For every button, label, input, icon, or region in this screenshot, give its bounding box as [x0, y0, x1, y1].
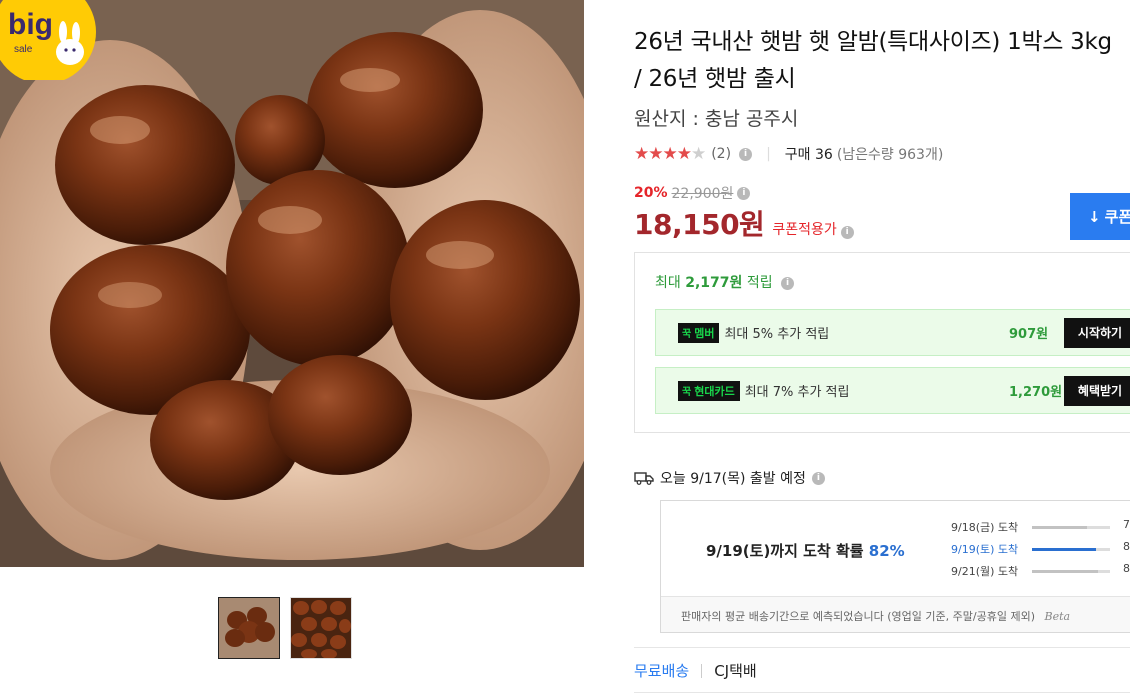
arrival-line: 9/21(월) 도착 8 — [951, 562, 1130, 579]
carrier-label: CJ택배 — [714, 662, 757, 680]
delivery-estimate-box: 9/19(토)까지 도착 확률 82% 9/18(금) 도착 7 9/19(토)… — [660, 500, 1130, 633]
departure-text: 오늘 9/17(목) 출발 예정 — [660, 471, 806, 487]
points-row-amount: 1,270원 — [1009, 385, 1063, 400]
arrival-value: 7 — [1123, 518, 1130, 531]
arrival-line: 9/18(금) 도착 7 — [951, 518, 1130, 535]
info-icon[interactable]: i — [840, 226, 854, 239]
arrival-line: 9/19(토) 도착 8 — [951, 540, 1130, 557]
points-head-suffix: 적립 — [746, 275, 773, 291]
chestnuts-photo — [0, 0, 584, 567]
coupon-button-label: 쿠폰 — [1104, 208, 1130, 226]
sale-price: 18,150원 — [634, 208, 765, 241]
arrival-probability: 9/19(토)까지 도착 확률 82% — [706, 540, 905, 561]
arrival-date: 9/21(월) 도착 — [951, 565, 1019, 578]
shipping-method-row: 무료배송 CJ택배 — [634, 660, 757, 681]
tag-label: 현대카드 — [694, 384, 735, 398]
big-sale-badge: big sale — [0, 0, 96, 80]
review-count[interactable]: (2) — [711, 146, 731, 162]
arrival-bar — [1032, 526, 1110, 529]
card-tag: 꾹 현대카드 — [678, 380, 740, 401]
departure-row: 오늘 9/17(목) 출발 예정 i — [634, 468, 825, 488]
member-tag: 꾹 멤버 — [678, 322, 720, 343]
product-info-panel: 26년 국내산 햇밤 햇 알밤(특대사이즈) 1박스 3kg / 26년 햇밤 … — [634, 0, 1130, 693]
delivery-note-text: 판매자의 평균 배송기간으로 예측되었습니다 (영업일 기준, 주말/공휴일 제… — [681, 610, 1035, 623]
info-icon[interactable]: i — [781, 276, 795, 290]
divider — [701, 663, 703, 678]
benefit-button[interactable]: 혜택받기 — [1064, 375, 1130, 406]
rating-row: ★★★★★ (2) i | 구매 36 (남은수량 963개) — [634, 144, 943, 164]
discount-rate: 20% — [634, 185, 668, 201]
thumbnail-2[interactable] — [290, 597, 352, 659]
rating-stars[interactable]: ★★★★★ — [634, 144, 706, 164]
truck-icon — [634, 472, 654, 485]
arrival-bar — [1032, 548, 1110, 551]
delivery-estimate-inner: 9/19(토)까지 도착 확률 82% 9/18(금) 도착 7 9/19(토)… — [661, 501, 1130, 597]
points-row-member: 꾹 멤버 최대 5% 추가 적립 907원 시작하기 — [655, 309, 1130, 356]
points-head-prefix: 최대 — [655, 275, 681, 291]
product-main-image: big sale — [0, 0, 584, 567]
info-icon[interactable]: i — [737, 186, 751, 200]
coupon-applied-label: 쿠폰적용가 — [772, 222, 837, 238]
info-icon[interactable]: i — [739, 147, 753, 161]
points-head-amount: 2,177원 — [685, 275, 743, 291]
purchase-count: 구매 36 — [784, 147, 833, 163]
divider: | — [766, 146, 771, 162]
points-row-amount: 907원 — [1009, 327, 1049, 342]
points-row-text: 최대 7% 추가 적립 — [744, 385, 850, 400]
arrival-text: 9/19(토)까지 도착 확률 — [706, 542, 864, 560]
beta-label: Beta — [1044, 610, 1071, 623]
arrival-bar — [1032, 570, 1110, 573]
arrival-value: 8 — [1123, 562, 1130, 575]
arrival-pct: 82% — [868, 542, 905, 560]
free-shipping-label: 무료배송 — [634, 662, 690, 680]
badge-text: big — [8, 8, 53, 41]
arrival-date: 9/18(금) 도착 — [951, 521, 1019, 534]
tag-label: 멤버 — [694, 326, 715, 340]
download-icon: ↓ — [1088, 207, 1101, 226]
product-origin: 원산지 : 충남 공주시 — [634, 108, 799, 130]
points-box: 최대 2,177원 적립 i 꾹 멤버 최대 5% 추가 적립 907원 시작하… — [634, 252, 1130, 433]
product-title: 26년 국내산 햇밤 햇 알밤(특대사이즈) 1박스 3kg / 26년 햇밤 … — [634, 29, 1112, 92]
tag-prefix: 꾹 — [682, 387, 692, 398]
points-row-card: 꾹 현대카드 최대 7% 추가 적립 1,270원 혜택받기 — [655, 367, 1130, 414]
discount-row: 20% 22,900원 i — [634, 183, 751, 203]
delivery-note: 판매자의 평균 배송기간으로 예측되었습니다 (영업일 기준, 주말/공휴일 제… — [681, 608, 1070, 624]
coupon-download-button[interactable]: ↓ 쿠폰 — [1070, 193, 1130, 240]
thumbnail-1[interactable] — [218, 597, 280, 659]
info-icon[interactable]: i — [811, 471, 825, 485]
thumbnail-strip — [218, 597, 352, 659]
divider — [634, 647, 1130, 648]
price-row: 18,150원 쿠폰적용가 i — [634, 203, 854, 243]
remaining-count: (남은수량 963개) — [836, 147, 944, 163]
original-price: 22,900원 — [671, 186, 734, 202]
start-button[interactable]: 시작하기 — [1064, 317, 1130, 348]
tag-prefix: 꾹 — [682, 329, 692, 340]
arrival-date: 9/19(토) 도착 — [951, 543, 1019, 556]
badge-subtext: sale — [14, 44, 33, 55]
points-headline: 최대 2,177원 적립 i — [655, 272, 795, 292]
arrival-value: 8 — [1123, 540, 1130, 553]
points-row-text: 최대 5% 추가 적립 — [724, 327, 830, 342]
